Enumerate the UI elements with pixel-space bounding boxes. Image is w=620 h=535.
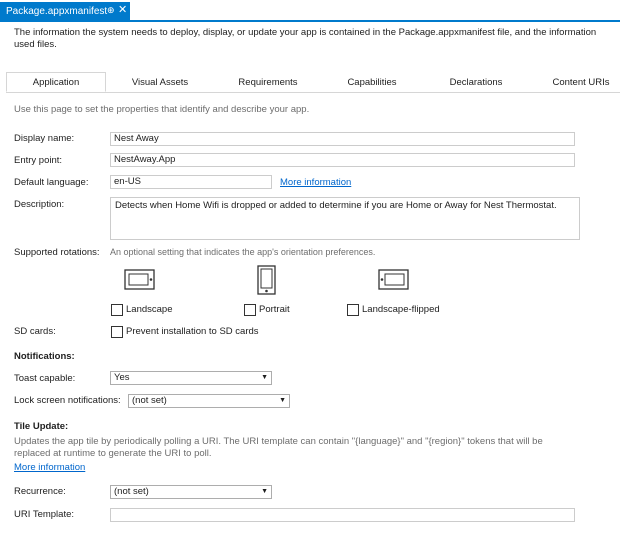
close-icon[interactable]: ✕ — [118, 3, 127, 16]
landscape-flipped-checkbox[interactable] — [347, 304, 359, 316]
manifest-tabs: Application Visual Assets Requirements C… — [6, 72, 620, 93]
pin-icon[interactable]: ⊕ — [107, 5, 115, 16]
page-hint: Use this page to set the properties that… — [14, 104, 310, 115]
display-name-field[interactable]: Nest Away — [110, 132, 575, 146]
tile-update-heading: Tile Update: — [14, 421, 69, 432]
document-tab-title: Package.appxmanifest — [6, 5, 108, 17]
landscape-checkbox[interactable] — [111, 304, 123, 316]
tab-visual-assets[interactable]: Visual Assets — [110, 72, 210, 92]
landscape-flipped-label: Landscape-flipped — [362, 304, 440, 315]
recurrence-value: (not set) — [114, 486, 149, 497]
document-tabbar: Package.appxmanifest ⊕ ✕ — [0, 0, 620, 22]
landscape-label: Landscape — [126, 304, 173, 315]
prevent-sd-label: Prevent installation to SD cards — [126, 326, 259, 337]
uri-template-label: URI Template: — [14, 509, 75, 520]
rotations-hint: An optional setting that indicates the a… — [110, 247, 376, 257]
lock-screen-dropdown[interactable]: (not set) ▼ — [128, 394, 290, 408]
tab-capabilities[interactable]: Capabilities — [322, 72, 422, 92]
chevron-down-icon: ▼ — [261, 488, 268, 495]
tab-declarations[interactable]: Declarations — [426, 72, 526, 92]
tab-requirements[interactable]: Requirements — [218, 72, 318, 92]
lock-screen-label: Lock screen notifications: — [14, 395, 121, 406]
intro-text: The information the system needs to depl… — [14, 27, 597, 50]
default-language-label: Default language: — [14, 177, 89, 188]
notifications-heading: Notifications: — [14, 351, 75, 362]
toast-capable-value: Yes — [114, 372, 130, 383]
recurrence-label: Recurrence: — [14, 486, 66, 497]
display-name-label: Display name: — [14, 133, 75, 144]
tile-more-information-link[interactable]: More information — [14, 462, 85, 473]
description-field[interactable]: Detects when Home Wifi is dropped or add… — [110, 197, 580, 240]
toast-capable-label: Toast capable: — [14, 373, 76, 384]
entry-point-label: Entry point: — [14, 155, 63, 166]
portrait-label: Portrait — [259, 304, 290, 315]
tab-application[interactable]: Application — [6, 72, 106, 92]
landscape-icon — [124, 269, 155, 290]
more-information-link[interactable]: More information — [280, 177, 351, 188]
chevron-down-icon: ▼ — [261, 374, 268, 381]
toast-capable-dropdown[interactable]: Yes ▼ — [110, 371, 272, 385]
portrait-checkbox[interactable] — [244, 304, 256, 316]
description-label: Description: — [14, 199, 65, 210]
chevron-down-icon: ▼ — [279, 397, 286, 404]
recurrence-dropdown[interactable]: (not set) ▼ — [110, 485, 272, 499]
prevent-sd-checkbox[interactable] — [111, 326, 123, 338]
entry-point-field[interactable]: NestAway.App — [110, 153, 575, 167]
supported-rotations-label: Supported rotations: — [14, 247, 100, 258]
sd-cards-label: SD cards: — [14, 326, 56, 337]
document-tab[interactable]: Package.appxmanifest ⊕ ✕ — [0, 2, 130, 20]
tile-update-description: Updates the app tile by periodically pol… — [14, 436, 543, 459]
uri-template-field[interactable] — [110, 508, 575, 522]
tab-content-uris[interactable]: Content URIs — [536, 72, 620, 92]
lock-screen-value: (not set) — [132, 395, 167, 406]
default-language-field[interactable]: en-US — [110, 175, 272, 189]
portrait-icon — [257, 265, 276, 295]
landscape-flipped-icon — [378, 269, 409, 290]
